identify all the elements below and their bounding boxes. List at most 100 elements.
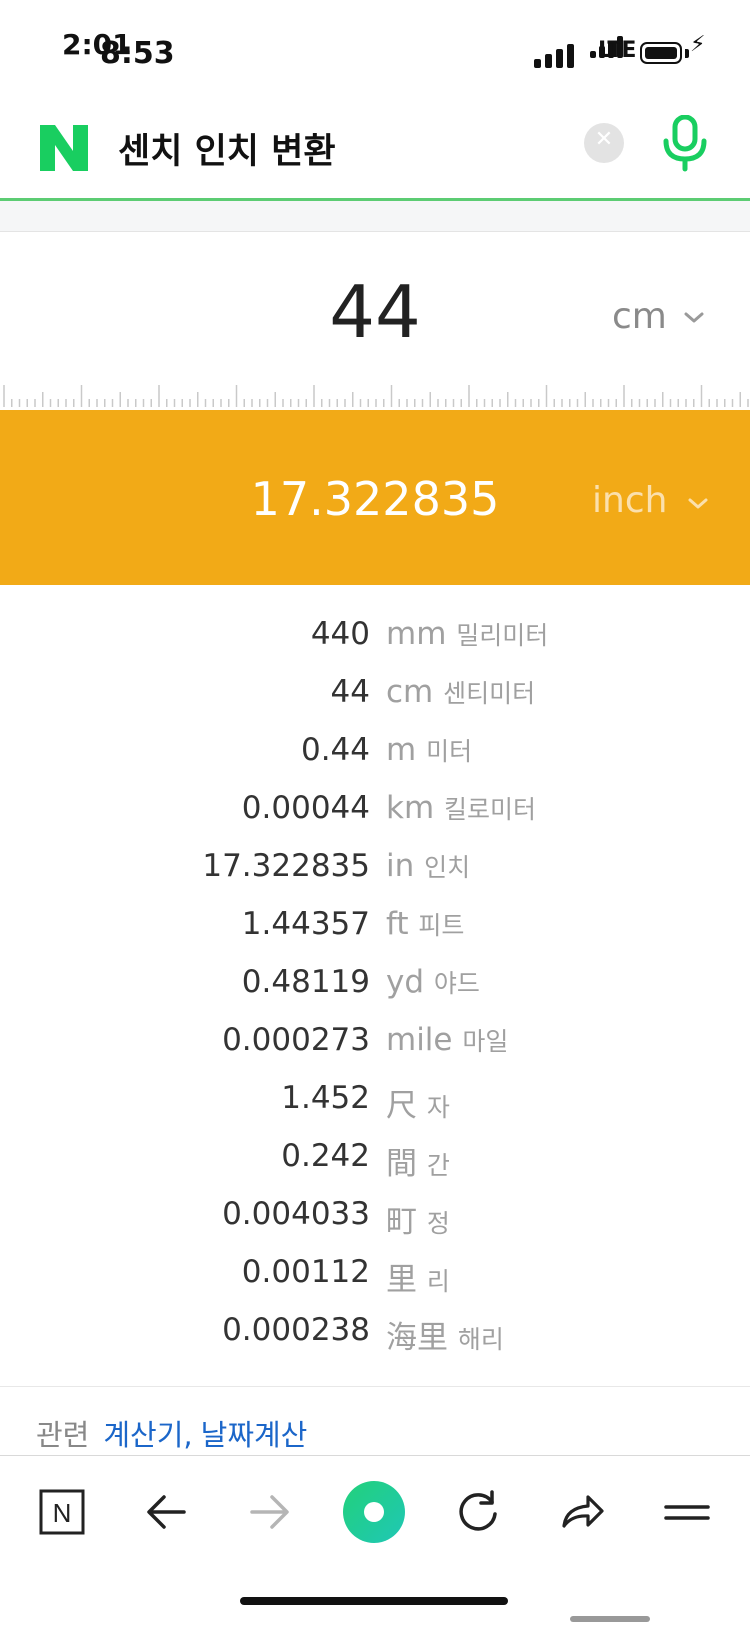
unit-symbol: km xyxy=(386,790,435,826)
unit-symbol: m xyxy=(386,732,417,768)
conversion-unit: yd 야드 xyxy=(386,964,480,1000)
unit-symbol: cm xyxy=(386,674,434,710)
output-value: 17.322835 xyxy=(250,472,500,526)
chevron-down-icon[interactable] xyxy=(686,492,710,516)
conversion-unit: km 킬로미터 xyxy=(386,790,536,826)
clear-search-button[interactable]: ✕ xyxy=(584,123,624,163)
battery-cap xyxy=(685,49,689,58)
related-links: 관련 계산기, 날짜계산 xyxy=(36,1412,307,1454)
status-time: 8:53 xyxy=(100,36,175,71)
reload-icon[interactable] xyxy=(448,1482,508,1542)
forward-arrow-icon[interactable] xyxy=(240,1482,300,1542)
related-link-date-calc[interactable]: 날짜계산 xyxy=(201,1418,308,1452)
unit-korean-name: 리 xyxy=(426,1267,450,1296)
conversion-value: 0.00044 xyxy=(241,790,370,826)
unit-korean-name: 미터 xyxy=(426,737,473,766)
divider xyxy=(0,1386,750,1387)
conversion-row: 0.44 m 미터 xyxy=(0,724,750,782)
conversion-unit: cm 센티미터 xyxy=(386,674,535,710)
network-type: LTE xyxy=(598,38,636,63)
conversion-row: 44 cm 센티미터 xyxy=(0,666,750,724)
result-band: 17.322835 inch xyxy=(0,410,750,585)
conversion-value: 0.00112 xyxy=(241,1254,370,1290)
conversion-unit: 海里 해리 xyxy=(386,1312,504,1357)
unit-korean-name: 자 xyxy=(426,1093,450,1122)
home-indicator-ghost xyxy=(570,1616,650,1622)
conversion-row: 0.242 間 간 xyxy=(0,1130,750,1188)
conversion-row: 0.000238 海里 해리 xyxy=(0,1304,750,1362)
home-indicator[interactable] xyxy=(240,1597,508,1605)
unit-korean-name: 센티미터 xyxy=(443,679,536,708)
unit-symbol: mile xyxy=(386,1022,453,1058)
unit-symbol: 間 xyxy=(386,1146,417,1182)
status-bar: 2:01 8:53 LTE ⚡ xyxy=(0,0,750,95)
conversion-row: 1.44357 ft 피트 xyxy=(0,898,750,956)
naver-logo-icon[interactable] xyxy=(40,125,88,171)
conversion-unit: mm 밀리미터 xyxy=(386,616,548,652)
conversion-value: 1.44357 xyxy=(241,906,370,942)
unit-korean-name: 밀리미터 xyxy=(456,621,549,650)
conversion-value: 0.000273 xyxy=(222,1022,370,1058)
unit-symbol: 海里 xyxy=(386,1320,448,1356)
related-link-calculator[interactable]: 계산기 xyxy=(103,1418,183,1452)
output-unit-select[interactable]: inch xyxy=(592,480,667,521)
conversion-row: 0.004033 町 정 xyxy=(0,1188,750,1246)
section-separator xyxy=(0,201,750,232)
battery-icon xyxy=(640,42,682,64)
conversion-value: 0.48119 xyxy=(241,964,370,1000)
conversion-unit: 間 간 xyxy=(386,1138,450,1183)
conversion-value: 440 xyxy=(310,616,370,652)
unit-korean-name: 피트 xyxy=(418,911,465,940)
unit-korean-name: 킬로미터 xyxy=(444,795,537,824)
unit-symbol: 尺 xyxy=(386,1088,417,1124)
unit-korean-name: 정 xyxy=(426,1209,450,1238)
conversion-value: 17.322835 xyxy=(202,848,370,884)
conversion-value: 0.000238 xyxy=(222,1312,370,1348)
search-query[interactable]: 센치 인치 변환 xyxy=(118,123,336,174)
conversion-unit: in 인치 xyxy=(386,848,470,884)
browser-toolbar: N xyxy=(0,1455,750,1570)
unit-symbol: 町 xyxy=(386,1204,417,1240)
conversion-row: 0.00044 km 킬로미터 xyxy=(0,782,750,840)
unit-korean-name: 야드 xyxy=(433,969,480,998)
close-icon: ✕ xyxy=(594,127,614,152)
conversion-row: 0.000273 mile 마일 xyxy=(0,1014,750,1072)
conversion-row: 440 mm 밀리미터 xyxy=(0,608,750,666)
unit-symbol: 里 xyxy=(386,1262,417,1298)
conversion-row: 0.00112 里 리 xyxy=(0,1246,750,1304)
microphone-icon[interactable] xyxy=(660,115,710,173)
conversion-unit: mile 마일 xyxy=(386,1022,508,1058)
menu-icon[interactable] xyxy=(656,1482,716,1542)
back-arrow-icon[interactable] xyxy=(136,1482,196,1542)
conversion-unit: 里 리 xyxy=(386,1254,450,1299)
conversion-unit: 町 정 xyxy=(386,1196,450,1241)
conversion-value: 0.004033 xyxy=(222,1196,370,1232)
input-unit-select[interactable]: cm xyxy=(612,296,667,337)
green-dot-menu-icon[interactable] xyxy=(340,1478,408,1546)
related-separator: , xyxy=(183,1418,193,1452)
unit-symbol: in xyxy=(386,848,415,884)
conversion-unit: 尺 자 xyxy=(386,1080,450,1125)
conversion-unit: m 미터 xyxy=(386,732,472,768)
naver-home-icon[interactable]: N xyxy=(32,1482,92,1542)
conversion-value: 44 xyxy=(330,674,370,710)
conversion-row: 17.322835 in 인치 xyxy=(0,840,750,898)
input-value[interactable]: 44 xyxy=(200,270,550,354)
unit-symbol: mm xyxy=(386,616,447,652)
unit-symbol: yd xyxy=(386,964,425,1000)
unit-korean-name: 마일 xyxy=(462,1027,509,1056)
cellular-signal-icon xyxy=(534,44,574,68)
share-icon[interactable] xyxy=(552,1482,612,1542)
search-header: 센치 인치 변환 ✕ xyxy=(0,95,750,201)
conversion-value: 1.452 xyxy=(281,1080,370,1116)
unit-symbol: ft xyxy=(386,906,409,942)
chevron-down-icon[interactable] xyxy=(682,306,706,330)
unit-korean-name: 인치 xyxy=(424,853,471,882)
conversion-row: 1.452 尺 자 xyxy=(0,1072,750,1130)
related-label: 관련 xyxy=(36,1418,90,1452)
unit-korean-name: 간 xyxy=(426,1151,450,1180)
conversion-unit: ft 피트 xyxy=(386,906,464,942)
conversion-value: 0.242 xyxy=(281,1138,370,1174)
naver-home-letter: N xyxy=(53,1498,72,1528)
conversion-list: 440 mm 밀리미터 44 cm 센티미터 0.44 m 미터 0.00044… xyxy=(0,608,750,1362)
